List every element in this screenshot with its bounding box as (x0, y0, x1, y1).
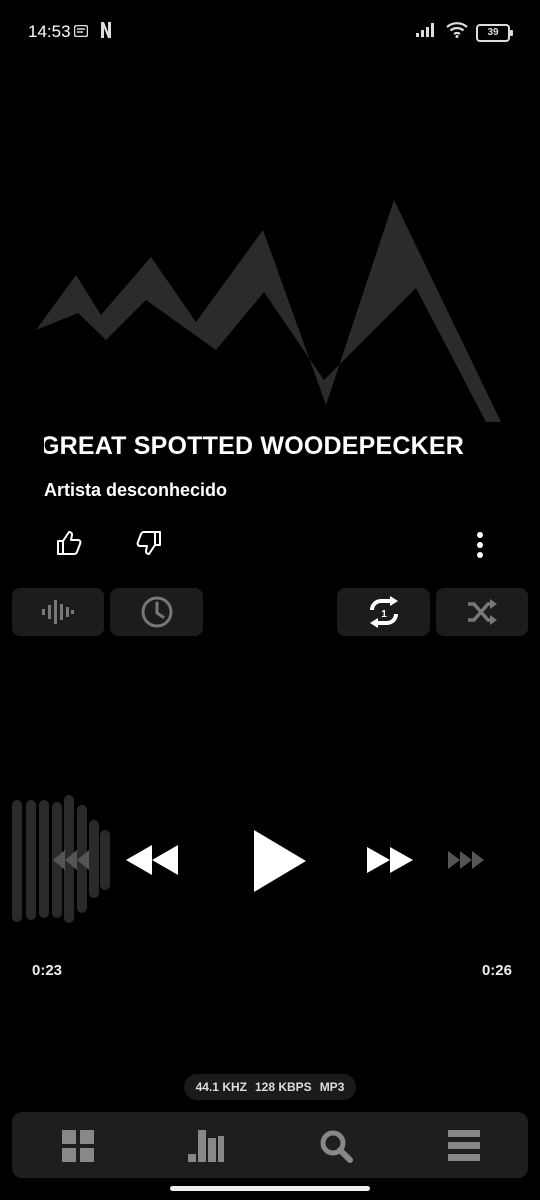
notification-icon (73, 24, 89, 42)
clock-icon (141, 596, 172, 628)
thumbs-down-icon (136, 531, 161, 555)
bottom-navigation (12, 1112, 528, 1178)
rewind-icon (126, 845, 178, 875)
menu-icon (448, 1130, 480, 1161)
repeat-one-icon: 1 (369, 596, 398, 628)
rewind-button[interactable] (122, 830, 182, 890)
like-button[interactable] (52, 526, 86, 560)
fast-forward-far-icon (448, 851, 484, 869)
nav-stats-button[interactable] (188, 1128, 224, 1164)
grid-icon (62, 1130, 94, 1162)
file-format: MP3 (319, 1080, 345, 1094)
battery-level: 39 (487, 26, 499, 38)
more-options-button[interactable] (466, 528, 494, 562)
battery-icon: 39 (476, 23, 513, 42)
shuffle-icon (468, 599, 497, 625)
album-art (36, 200, 501, 422)
nav-search-button[interactable] (318, 1128, 354, 1164)
thumbs-up-icon (57, 531, 82, 555)
wifi-icon (446, 22, 468, 43)
bitrate: 128 KBPS (254, 1080, 312, 1094)
rewind-far-button[interactable] (52, 830, 92, 890)
current-time: 0:23 (32, 962, 63, 979)
search-icon (320, 1130, 353, 1163)
status-left-icons (73, 22, 112, 43)
nav-menu-button[interactable] (446, 1128, 482, 1164)
audio-quality-badge: 44.1 KHZ 128 KBPS MP3 (184, 1074, 356, 1100)
fast-forward-far-button[interactable] (446, 830, 488, 890)
shuffle-button[interactable] (436, 588, 528, 636)
status-bar: 14:53 39 (0, 0, 540, 62)
play-button[interactable] (244, 830, 310, 892)
sleep-timer-button[interactable] (110, 588, 203, 636)
rewind-far-icon (53, 850, 89, 870)
nav-library-button[interactable] (60, 1128, 96, 1164)
song-title-text: GREAT SPOTTED WOODEPECKER (44, 432, 465, 460)
status-right-icons: 39 (416, 22, 513, 43)
fast-forward-icon (367, 847, 413, 873)
artist-name: Artista desconhecido (44, 480, 228, 500)
dislike-button[interactable] (132, 526, 166, 560)
equalizer-button[interactable] (12, 588, 104, 636)
svg-text:1: 1 (381, 609, 387, 620)
status-time: 14:53 (28, 22, 71, 41)
equalizer-icon (42, 600, 74, 624)
netflix-icon (100, 22, 112, 43)
song-title: GREAT SPOTTED WOODEPECKER (44, 432, 504, 464)
fast-forward-button[interactable] (362, 830, 418, 890)
chart-icon (188, 1130, 224, 1162)
play-icon (254, 830, 306, 892)
total-time: 0:26 (481, 962, 512, 979)
home-indicator[interactable] (170, 1186, 370, 1191)
signal-icon (416, 23, 438, 42)
sample-rate: 44.1 KHZ (195, 1080, 247, 1094)
repeat-button[interactable]: 1 (337, 588, 430, 636)
more-vertical-icon (477, 532, 483, 558)
